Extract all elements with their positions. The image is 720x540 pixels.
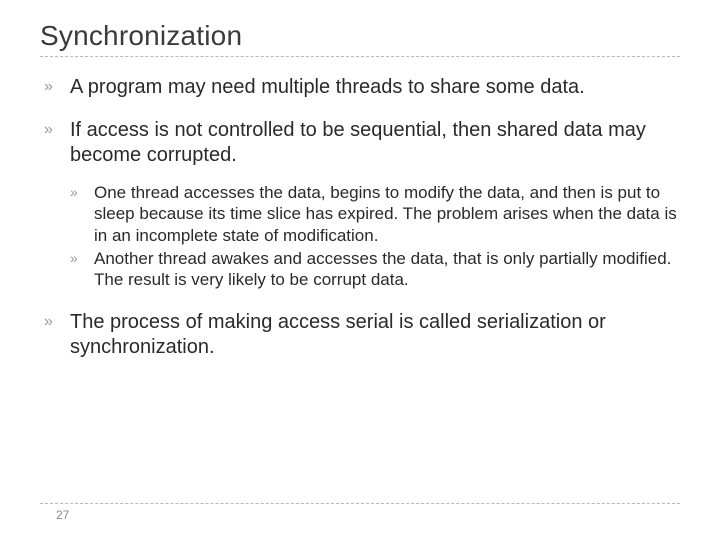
sub-bullet-list: » One thread accesses the data, begins t… — [70, 182, 680, 290]
list-item-text: If access is not controlled to be sequen… — [70, 118, 680, 168]
list-item: » One thread accesses the data, begins t… — [70, 182, 680, 246]
bullet-list: » A program may need multiple threads to… — [40, 75, 680, 360]
list-item: » Another thread awakes and accesses the… — [70, 248, 680, 291]
footer-divider — [40, 503, 680, 504]
bullet-icon: » — [70, 248, 94, 268]
slide-title: Synchronization — [40, 20, 680, 52]
list-item: » If access is not controlled to be sequ… — [44, 118, 680, 292]
bullet-icon: » — [44, 118, 70, 140]
list-item: » A program may need multiple threads to… — [44, 75, 680, 100]
list-item-body: If access is not controlled to be sequen… — [70, 118, 680, 292]
list-item-text: A program may need multiple threads to s… — [70, 75, 680, 100]
footer: 27 — [40, 503, 680, 522]
bullet-icon: » — [44, 310, 70, 332]
list-item-text: Another thread awakes and accesses the d… — [94, 248, 680, 291]
list-item-text: One thread accesses the data, begins to … — [94, 182, 680, 246]
list-item-text: The process of making access serial is c… — [70, 310, 680, 360]
bullet-icon: » — [44, 75, 70, 97]
title-divider — [40, 56, 680, 57]
bullet-icon: » — [70, 182, 94, 202]
list-item: » The process of making access serial is… — [44, 310, 680, 360]
page-number: 27 — [40, 508, 680, 522]
